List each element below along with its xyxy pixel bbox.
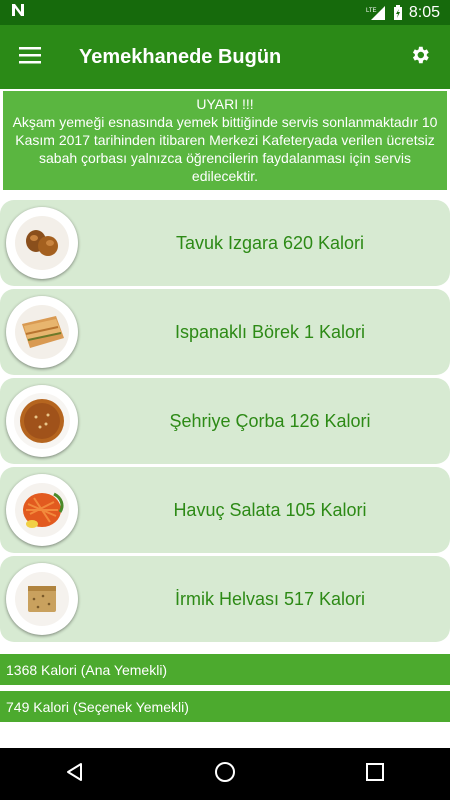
battery-charging-icon [393, 4, 403, 21]
menu-button[interactable] [0, 25, 60, 89]
warning-body: Akşam yemeği esnasında yemek bittiğinde … [12, 114, 438, 184]
grilled-chicken-image [6, 207, 78, 279]
warning-title: UYARI !!! [196, 96, 254, 112]
signal-lte-icon: LTE [365, 5, 387, 21]
carrot-salad-image [6, 474, 78, 546]
settings-button[interactable] [390, 25, 450, 89]
noodle-soup-image [6, 385, 78, 457]
menu-item-tavuk-izgara[interactable]: Tavuk Izgara 620 Kalori [0, 200, 450, 286]
status-time: 8:05 [408, 3, 440, 21]
total-main-meal-label: 1368 Kalori (Ana Yemekli) [6, 661, 168, 678]
app-bar: Yemekhanede Bugün [0, 25, 450, 89]
semolina-halva-image [6, 563, 78, 635]
hamburger-menu-icon [19, 46, 41, 69]
menu-item-irmik-helvasi[interactable]: İrmik Helvası 517 Kalori [0, 556, 450, 642]
back-triangle-icon [65, 762, 85, 787]
back-button[interactable] [35, 748, 115, 800]
status-bar: LTE 8:05 [0, 0, 450, 25]
menu-item-label: Şehriye Çorba 126 Kalori [169, 410, 371, 431]
menu-item-label: Ispanaklı Börek 1 Kalori [174, 321, 366, 342]
recents-button[interactable] [335, 748, 415, 800]
total-alternative-meal: 749 Kalori (Seçenek Yemekli) [0, 691, 450, 722]
home-circle-icon [214, 761, 236, 788]
menu-item-label: İrmik Helvası 517 Kalori [174, 588, 366, 609]
signal-lte-label: LTE [366, 8, 377, 14]
spinach-borek-image [6, 296, 78, 368]
navigation-bar [0, 748, 450, 800]
warning-notice: UYARI !!! Akşam yemeği esnasında yemek b… [3, 91, 447, 190]
menu-item-ispanakli-borek[interactable]: Ispanaklı Börek 1 Kalori [0, 289, 450, 375]
menu-item-sehriye-corba[interactable]: Şehriye Çorba 126 Kalori [0, 378, 450, 464]
menu-item-label: Tavuk Izgara 620 Kalori [175, 232, 365, 253]
recents-square-icon [365, 762, 385, 787]
total-main-meal: 1368 Kalori (Ana Yemekli) [0, 654, 450, 685]
menu-item-label: Havuç Salata 105 Kalori [173, 499, 367, 520]
page-title: Yemekhanede Bugün [79, 45, 282, 68]
home-button[interactable] [185, 748, 265, 800]
total-alternative-meal-label: 749 Kalori (Seçenek Yemekli) [6, 698, 189, 715]
gear-icon [409, 44, 431, 71]
menu-item-havuc-salata[interactable]: Havuç Salata 105 Kalori [0, 467, 450, 553]
n-notification-icon [10, 2, 26, 23]
